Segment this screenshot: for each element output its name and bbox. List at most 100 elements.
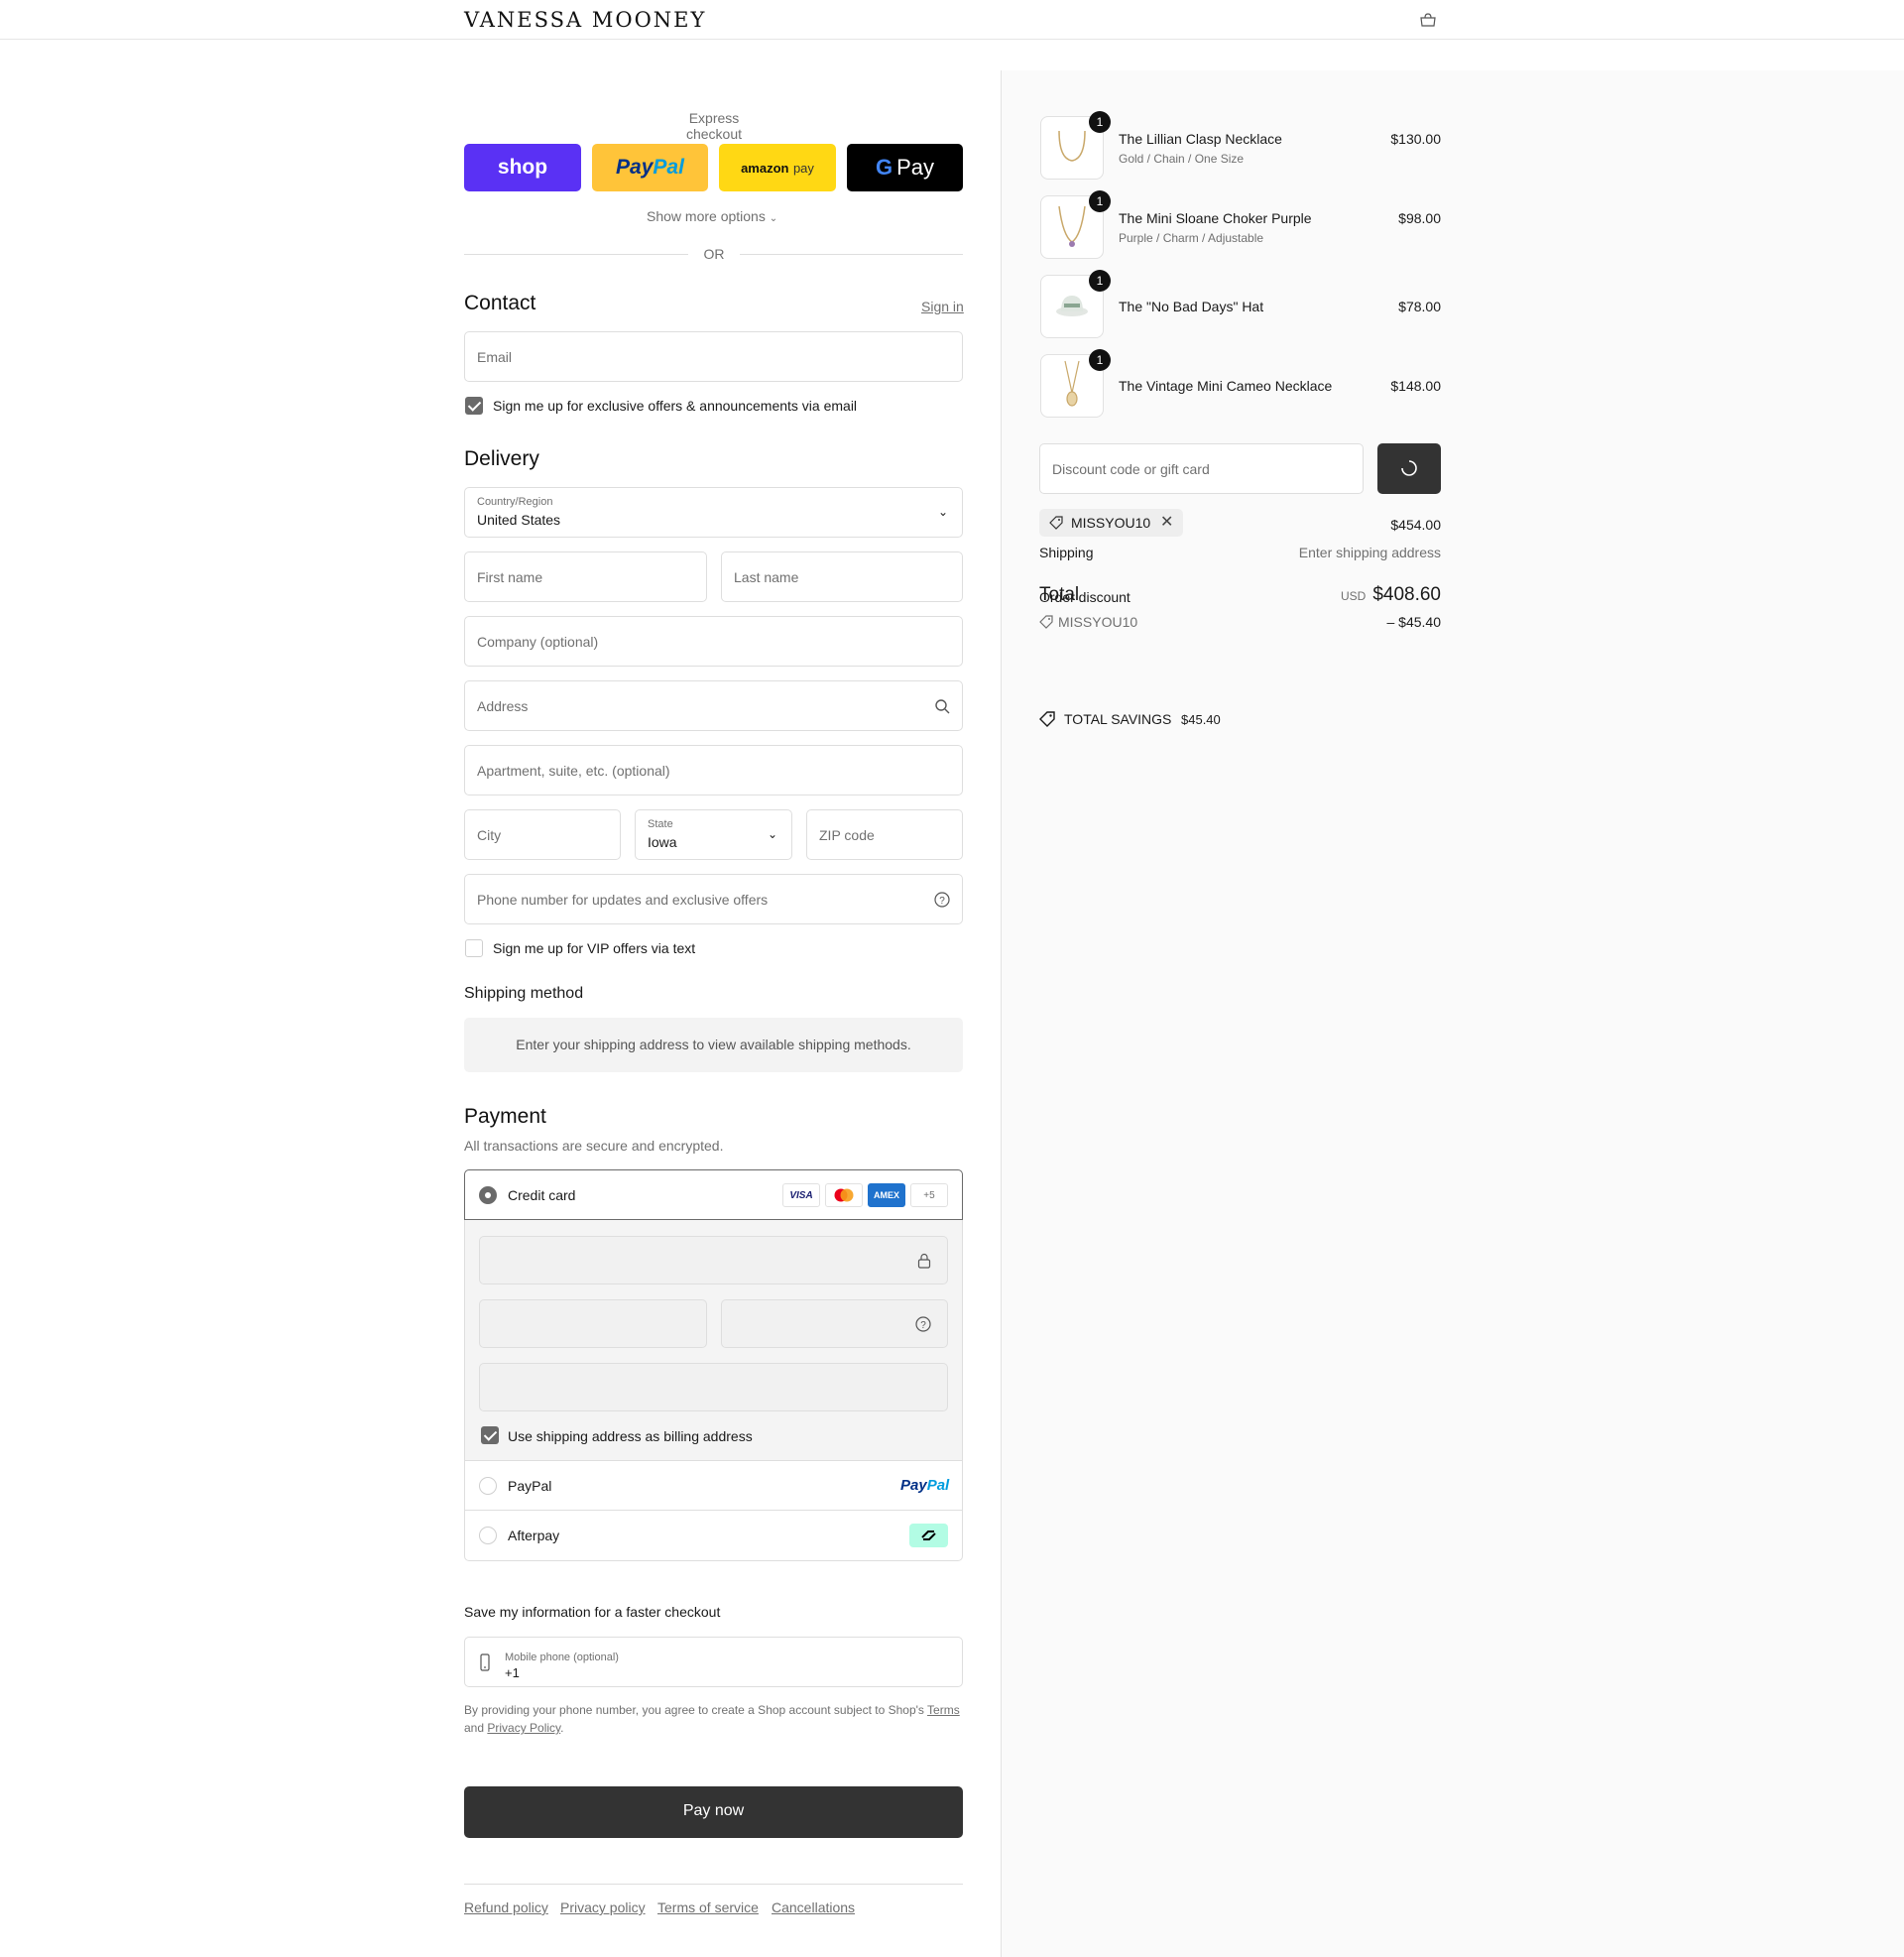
country-select[interactable]: Country/Region United States ⌄ (464, 487, 963, 538)
shipping-label: Shipping (1039, 545, 1094, 560)
save-info-heading: Save my information for a faster checkou… (464, 1604, 721, 1620)
quantity-badge: 1 (1089, 349, 1111, 371)
security-code-field[interactable]: ? (721, 1299, 948, 1348)
first-name-field[interactable]: First name (464, 551, 707, 602)
email-optin-label: Sign me up for exclusive offers & announ… (493, 398, 858, 414)
credit-card-radio[interactable] (479, 1186, 497, 1204)
city-placeholder: City (477, 826, 502, 843)
divider-left (464, 254, 688, 255)
footer-divider (464, 1884, 963, 1885)
product-price: $98.00 (1398, 210, 1441, 226)
paypal-radio[interactable] (479, 1477, 497, 1495)
shipping-method-heading: Shipping method (464, 985, 584, 1002)
vip-optin-label: Sign me up for VIP offers via text (493, 940, 696, 956)
payment-heading: Payment (464, 1105, 546, 1128)
chevron-down-icon: ⌄ (767, 827, 777, 841)
apartment-field[interactable]: Apartment, suite, etc. (optional) (464, 745, 963, 795)
savings-tag-icon (1039, 711, 1055, 727)
afterpay-logo (909, 1524, 948, 1547)
name-on-card-field[interactable] (479, 1363, 948, 1411)
apply-discount-button[interactable] (1377, 443, 1441, 494)
shipping-method-notice: Enter your shipping address to view avai… (516, 1037, 911, 1052)
product-name: The Lillian Clasp Necklace (1119, 131, 1282, 147)
visa-icon: VISA (782, 1183, 820, 1207)
discount-placeholder: Discount code or gift card (1052, 460, 1210, 477)
shop-privacy-link[interactable]: Privacy Policy (487, 1721, 560, 1735)
store-logo[interactable]: VANESSA MOONEY (464, 8, 706, 32)
shop-pay-button[interactable]: shop (464, 144, 581, 191)
last-name-field[interactable]: Last name (721, 551, 963, 602)
email-optin-checkbox[interactable] (465, 397, 483, 415)
state-select[interactable]: State Iowa ⌄ (635, 809, 792, 860)
total-savings-label: TOTAL SAVINGS (1064, 711, 1172, 727)
show-more-options[interactable]: Show more options ⌄ (647, 208, 777, 224)
zip-field[interactable]: ZIP code (806, 809, 963, 860)
svg-text:?: ? (939, 896, 945, 907)
quantity-badge: 1 (1089, 190, 1111, 212)
svg-text:?: ? (920, 1320, 926, 1331)
tag-icon (1039, 615, 1053, 629)
express-checkout-title: Express checkout (685, 110, 743, 142)
last-name-placeholder: Last name (734, 568, 799, 585)
product-price: $78.00 (1398, 299, 1441, 314)
header: VANESSA MOONEY (0, 0, 1904, 40)
remove-discount-icon[interactable]: ✕ (1160, 512, 1173, 532)
afterpay-option-label[interactable]: Afterpay (508, 1528, 559, 1543)
mobile-phone-field[interactable]: Mobile phone (optional) +1 (464, 1637, 963, 1687)
product-price: $148.00 (1390, 378, 1441, 394)
card-number-field[interactable] (479, 1236, 948, 1284)
city-field[interactable]: City (464, 809, 621, 860)
afterpay-radio[interactable] (479, 1527, 497, 1544)
help-circle-icon[interactable]: ? (934, 892, 950, 908)
address-field[interactable]: Address (464, 680, 963, 731)
privacy-policy-link[interactable]: Privacy policy (560, 1899, 646, 1915)
payment-divider (465, 1510, 962, 1511)
product-price: $130.00 (1390, 131, 1441, 147)
save-info-legal: By providing your phone number, you agre… (464, 1703, 960, 1735)
order-discount-label: Order discount (1039, 589, 1130, 605)
search-icon[interactable] (934, 698, 950, 714)
paypal-logo-part2: Pal (653, 156, 684, 179)
more-cards-badge: +5 (910, 1183, 948, 1207)
contact-heading: Contact (464, 292, 536, 314)
quantity-badge: 1 (1089, 270, 1111, 292)
currency-label: USD (1341, 589, 1367, 603)
email-field[interactable]: Email (464, 331, 963, 382)
mobile-phone-value: +1 (505, 1665, 520, 1680)
bag-icon[interactable] (1418, 12, 1438, 28)
pay-now-button[interactable]: Pay now (464, 1786, 963, 1838)
mastercard-icon (825, 1183, 863, 1207)
amazon-pay-text: pay (792, 160, 814, 176)
chevron-down-icon: ⌄ (937, 505, 948, 519)
address-placeholder: Address (477, 697, 529, 714)
zip-placeholder: ZIP code (819, 826, 875, 843)
terms-of-service-link[interactable]: Terms of service (657, 1899, 759, 1915)
refund-policy-link[interactable]: Refund policy (464, 1899, 548, 1915)
shop-pay-label: shop (497, 156, 548, 179)
discount-code-field[interactable]: Discount code or gift card (1039, 443, 1364, 494)
sign-in-link[interactable]: Sign in (921, 299, 964, 314)
first-name-placeholder: First name (477, 568, 543, 585)
help-circle-icon[interactable]: ? (915, 1316, 931, 1332)
paypal-option-label[interactable]: PayPal (508, 1478, 551, 1494)
tag-icon (1049, 516, 1063, 530)
paypal-express-button[interactable]: Pay Pal (592, 144, 708, 191)
google-pay-button[interactable]: G Pay (847, 144, 963, 191)
expiration-date-field[interactable] (479, 1299, 707, 1348)
paypal-logo: PayPal (900, 1477, 950, 1494)
product-name: The Mini Sloane Choker Purple (1119, 210, 1312, 226)
vip-optin-checkbox[interactable] (465, 939, 483, 957)
state-value: Iowa (648, 834, 677, 850)
cancellations-link[interactable]: Cancellations (772, 1899, 855, 1915)
discount-code-applied: MISSYOU10 (1058, 614, 1138, 630)
phone-field[interactable]: Phone number for updates and exclusive o… (464, 874, 963, 924)
billing-same-checkbox[interactable] (481, 1426, 499, 1444)
company-field[interactable]: Company (optional) (464, 616, 963, 667)
total-value: $408.60 (1372, 584, 1441, 605)
amazon-pay-button[interactable]: amazon pay (719, 144, 836, 191)
country-label: Country/Region (477, 496, 553, 508)
lock-icon (917, 1253, 931, 1269)
product-variant: Purple / Charm / Adjustable (1119, 231, 1264, 245)
delivery-heading: Delivery (464, 447, 539, 470)
shop-terms-link[interactable]: Terms (927, 1703, 960, 1717)
